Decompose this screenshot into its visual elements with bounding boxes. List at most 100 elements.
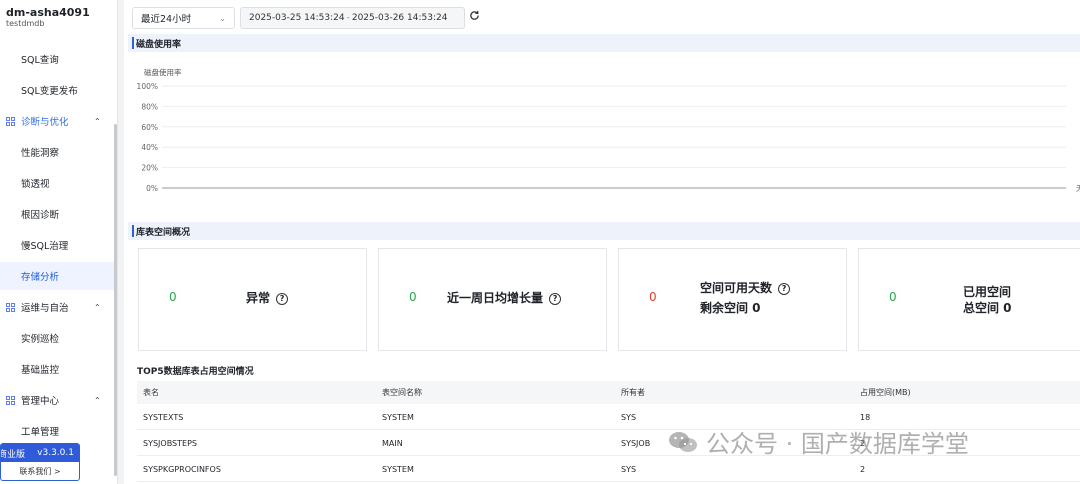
grid-icon — [6, 302, 15, 312]
sidebar-item-inspection[interactable]: 实例巡检 — [0, 324, 114, 352]
help-icon[interactable]: ? — [276, 293, 289, 305]
card-label-text: 空间可用天数 — [700, 281, 773, 295]
sidebar-scrollbar[interactable] — [114, 124, 117, 476]
table-cell: 2 — [860, 464, 866, 474]
card-value: 0 — [889, 290, 897, 304]
version-number: v3.3.0.1 — [37, 448, 74, 458]
card-sub-label: 剩余空间 0 — [700, 301, 761, 315]
column-header[interactable]: 所有者 — [621, 381, 645, 404]
table-cell: SYSTEM — [382, 412, 414, 422]
chevron-up-icon: ⌃ — [94, 116, 101, 126]
sidebar-item-storage[interactable]: 存储分析 — [0, 262, 116, 290]
sidebar-item-slow-sql[interactable]: 慢SQL治理 — [0, 231, 114, 259]
table-cell: SYSJOBSTEPS — [143, 438, 197, 448]
sidebar-item-sql-release[interactable]: SQL变更发布 — [0, 76, 114, 104]
sidebar-group-diagnosis[interactable]: 诊断与优化 ⌃ — [0, 107, 114, 135]
table-cell: 18 — [860, 412, 871, 422]
card-weekly-growth: 0 近一周日均增长量? — [378, 248, 607, 351]
sidebar-item-label: 基础监控 — [21, 365, 60, 376]
range-separator: - — [346, 13, 350, 23]
card-used-space: 0 已用空间 总空间 0 — [858, 248, 1080, 351]
card-value: 0 — [649, 290, 657, 304]
version-header: 商业版 v3.3.0.1 — [1, 444, 79, 462]
sidebar-item-label: SQL查询 — [21, 55, 59, 66]
sidebar-item-tickets[interactable]: 工单管理 — [0, 417, 114, 445]
column-header[interactable]: 占用空间(MB) — [860, 381, 911, 404]
help-icon[interactable]: ? — [778, 283, 791, 295]
card-anomaly: 0 异常? — [138, 248, 367, 351]
sidebar-item-label: 存储分析 — [21, 272, 60, 283]
time-range-select-value: 最近24小时 — [141, 14, 192, 25]
table-cell: SYS — [621, 464, 637, 474]
card-label-text: 近一周日均增长量 — [447, 291, 544, 305]
grid-icon — [6, 395, 15, 405]
date-range-picker[interactable]: 2025-03-25 14:53:24 - 2025-03-26 14:53:2… — [240, 7, 465, 29]
y-tick-label: 80% — [141, 102, 158, 111]
sidebar-item-label: 慢SQL治理 — [21, 241, 69, 252]
card-label: 异常? — [246, 289, 289, 306]
sidebar-item-label: 诊断与优化 — [21, 117, 69, 128]
column-header[interactable]: 表名 — [143, 381, 159, 404]
x-edge-label: 无 — [1076, 184, 1080, 193]
sidebar-item-label: 根因诊断 — [21, 210, 60, 221]
card-label: 已用空间 — [963, 285, 1012, 299]
card-label: 近一周日均增长量? — [447, 289, 562, 306]
chevron-up-icon: ⌃ — [94, 395, 101, 405]
time-range-select[interactable]: 最近24小时 ⌄ — [132, 7, 235, 29]
main-content: 最近24小时 ⌄ 2025-03-25 14:53:24 - 2025-03-2… — [124, 0, 1080, 484]
table-row[interactable]: SYSJOBSTEPS MAIN SYSJOB 2 — [137, 431, 1080, 456]
chevron-down-icon: ⌄ — [219, 13, 226, 23]
table-header: 表名 表空间名称 所有者 占用空间(MB) — [137, 381, 1080, 404]
card-label-text: 异常 — [246, 291, 271, 305]
help-icon[interactable]: ? — [549, 293, 562, 305]
version-box: 商业版 v3.3.0.1 联系我们 > — [0, 443, 80, 481]
disk-usage-header: 磁盘使用率 — [128, 34, 1080, 52]
disk-usage-chart: 100% 80% 60% 40% 20% 0% 无 — [137, 82, 1080, 193]
table-cell: SYSJOB — [621, 438, 651, 448]
contact-us-link[interactable]: 联系我们 > — [1, 462, 79, 480]
sidebar-item-lock[interactable]: 锁透视 — [0, 169, 114, 197]
sidebar-item-sql-query[interactable]: SQL查询 — [0, 45, 114, 73]
table-cell: SYSTEM — [382, 464, 414, 474]
table-row[interactable]: SYSTEXTS SYSTEM SYS 18 — [137, 405, 1080, 430]
sidebar-item-label: 性能洞察 — [21, 148, 60, 159]
instance-db: testdmdb — [6, 19, 45, 28]
instance-name: dm-asha4091 — [6, 6, 90, 19]
y-tick-label: 60% — [141, 123, 158, 132]
edition-label: 商业版 — [0, 449, 26, 460]
sidebar-item-label: 管理中心 — [21, 396, 60, 407]
sidebar-item-performance[interactable]: 性能洞察 — [0, 138, 114, 166]
sidebar-item-root-cause[interactable]: 根因诊断 — [0, 200, 114, 228]
space-overview-header: 库表空间概况 — [128, 222, 1080, 240]
sidebar-item-label: 工单管理 — [21, 427, 60, 438]
sidebar: dm-asha4091 testdmdb SQL查询 SQL变更发布 诊断与优化… — [0, 0, 118, 484]
sidebar-item-monitor[interactable]: 基础监控 — [0, 355, 114, 383]
refresh-icon[interactable] — [469, 10, 480, 24]
table-cell: SYSTEXTS — [143, 412, 184, 422]
sidebar-group-ops[interactable]: 运维与自治 ⌃ — [0, 293, 114, 321]
sidebar-item-label: 锁透视 — [21, 179, 50, 190]
column-header[interactable]: 表空间名称 — [382, 381, 422, 404]
sidebar-group-admin[interactable]: 管理中心 ⌃ — [0, 386, 114, 414]
table-cell: MAIN — [382, 438, 403, 448]
table-cell: SYS — [621, 412, 637, 422]
range-end: 2025-03-26 14:53:24 — [351, 13, 448, 23]
y-tick-label: 0% — [146, 184, 158, 193]
card-value: 0 — [409, 290, 417, 304]
y-tick-label: 40% — [141, 143, 158, 152]
chart-title: 磁盘使用率 — [144, 68, 182, 77]
sidebar-item-label: 运维与自治 — [21, 303, 69, 314]
table-cell: 2 — [860, 438, 866, 448]
card-label: 空间可用天数? — [700, 279, 791, 296]
card-value: 0 — [169, 290, 177, 304]
y-tick-label: 20% — [141, 164, 158, 173]
section-title: 库表空间概况 — [136, 227, 191, 238]
grid-icon — [6, 116, 15, 126]
top5-table-title: TOP5数据库表占用空间情况 — [137, 367, 254, 377]
sidebar-item-label: SQL变更发布 — [21, 86, 78, 97]
sidebar-item-label: 实例巡检 — [21, 334, 60, 345]
y-tick-label: 100% — [137, 82, 158, 91]
table-row[interactable]: SYSPKGPROCINFOS SYSTEM SYS 2 — [137, 457, 1080, 482]
card-available-days: 0 空间可用天数? 剩余空间 0 — [618, 248, 847, 351]
chevron-up-icon: ⌃ — [94, 302, 101, 312]
